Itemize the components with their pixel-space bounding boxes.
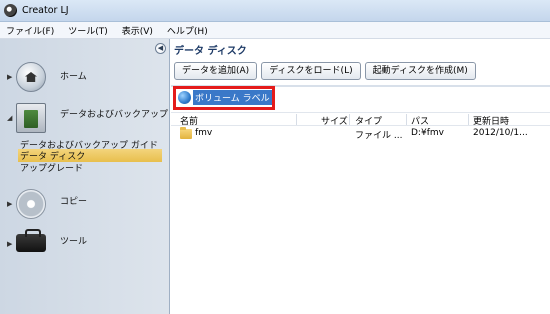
main-panel: データ ディスク データを追加(A) ディスクをロード(L) 起動ディスクを作成… (171, 39, 550, 314)
highlight-box (173, 86, 275, 110)
folder-icon (180, 127, 192, 139)
backup-icon (16, 103, 46, 133)
column-divider (349, 114, 350, 125)
expand-arrow-icon: ▶ (7, 73, 13, 81)
column-divider (296, 114, 297, 125)
sidebar-item-home[interactable]: ▶ ホーム (0, 59, 170, 95)
sidebar-item-tools[interactable]: ▶ ツール (0, 226, 170, 262)
create-boot-disc-button[interactable]: 起動ディスクを作成(M) (364, 62, 476, 80)
sidebar-item-label: ホーム (60, 72, 87, 82)
app-icon (4, 4, 17, 17)
cell-type: ファイル ... (355, 131, 403, 141)
collapse-sidebar-button[interactable]: ◀ (155, 43, 166, 54)
sidebar: ◀ ▶ ホーム ◢ データおよびバックアップ データおよびバックアップ ガイド … (0, 39, 170, 314)
menu-file[interactable]: ファイル(F) (4, 23, 56, 38)
toolbox-icon (16, 229, 46, 252)
sidebar-item-copy[interactable]: ▶ コピー (0, 186, 170, 222)
menu-help[interactable]: ヘルプ(H) (165, 23, 210, 38)
expand-arrow-icon: ▶ (7, 200, 13, 208)
file-list-header: 名前 サイズ タイプ パス 更新日時 (171, 112, 550, 127)
sub-item-upgrade[interactable]: アップグレード (20, 161, 83, 174)
menu-bar: ファイル(F) ツール(T) 表示(V) ヘルプ(H) (0, 22, 550, 39)
column-divider (468, 114, 469, 125)
sidebar-item-label: コピー (60, 197, 88, 207)
cell-path: D:¥fmv (411, 128, 444, 138)
toolbar: データを追加(A) ディスクをロード(L) 起動ディスクを作成(M) (174, 62, 480, 81)
window-title: Creator LJ (22, 5, 69, 16)
home-icon (16, 62, 46, 92)
cell-name: fmv (195, 128, 213, 138)
menu-tools[interactable]: ツール(T) (66, 23, 110, 38)
table-row[interactable]: fmv ファイル ... D:¥fmv 2012/10/1... (171, 127, 550, 141)
column-type[interactable]: タイプ (355, 114, 382, 127)
column-name[interactable]: 名前 (180, 114, 198, 127)
cell-modified: 2012/10/1... (473, 128, 528, 138)
load-disc-button[interactable]: ディスクをロード(L) (261, 62, 361, 80)
sidebar-item-data-backup[interactable]: ◢ データおよびバックアップ データおよびバックアップ ガイド データ ディスク… (0, 101, 170, 175)
sidebar-item-label: ツール (60, 237, 88, 247)
sidebar-item-label: データおよびバックアップ (60, 110, 169, 120)
column-size[interactable]: サイズ (321, 114, 348, 127)
disc-icon (16, 189, 46, 219)
expand-arrow-icon: ▶ (7, 240, 13, 248)
column-modified[interactable]: 更新日時 (473, 114, 509, 127)
column-divider (406, 114, 407, 125)
title-bar: Creator LJ (0, 0, 550, 22)
collapse-arrow-icon: ◢ (7, 114, 13, 122)
menu-view[interactable]: 表示(V) (120, 23, 155, 38)
column-path[interactable]: パス (411, 114, 429, 127)
add-data-button[interactable]: データを追加(A) (174, 62, 258, 80)
page-title: データ ディスク (174, 45, 247, 57)
